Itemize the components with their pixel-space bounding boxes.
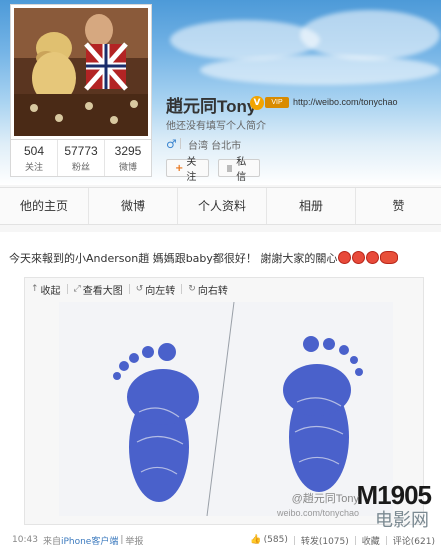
male-icon: ♂ (166, 137, 177, 151)
rotate-left-button[interactable]: ↺ 向左转 (136, 282, 176, 297)
profile-location: 台湾 台北市 (188, 141, 242, 152)
stat-label: 粉丝 (71, 163, 90, 173)
tool-label: 收起 (40, 285, 61, 297)
tab-profile-info[interactable]: 个人资料 (178, 188, 267, 224)
vip-badge-icon[interactable]: VIP (265, 97, 289, 108)
footprint-image (59, 302, 393, 516)
tool-label: 向右转 (197, 285, 228, 297)
stat-value: 57773 (64, 144, 98, 158)
avatar[interactable] (10, 4, 152, 140)
post-actions: 👍 (585) 转发(1075) 收藏 评论(621) (250, 530, 435, 550)
tab-weibo[interactable]: 微博 (89, 188, 178, 224)
watermark-subtitle: 电影网 (375, 510, 429, 530)
post-source-link[interactable]: iPhone客户端 (61, 534, 118, 547)
post-time[interactable]: 10:43 (12, 535, 38, 545)
zoom-icon: ⤢ (73, 284, 81, 294)
stat-label: 关注 (24, 163, 43, 173)
profile-nav: 他的主页 微博 个人资料 相册 赞 (0, 187, 441, 225)
thumbs-up-icon[interactable]: 👍 (250, 535, 261, 545)
collapse-button[interactable]: ↑ 收起 (31, 282, 61, 297)
emoji-icon (352, 251, 366, 264)
like-count[interactable]: (585) (264, 535, 288, 545)
stat-posts[interactable]: 3295 微博 (105, 140, 151, 176)
plus-icon: + (175, 162, 184, 174)
comment-link[interactable]: 评论(621) (393, 534, 435, 547)
divider (354, 535, 356, 545)
post-footer: 10:43 来自 iPhone客户端 | 举报 👍 (585) 转发(1075)… (0, 530, 441, 550)
tool-label: 查看大图 (82, 285, 123, 297)
rotate-right-icon: ↻ (188, 284, 196, 294)
message-label: 私信 (236, 157, 247, 183)
tab-album[interactable]: 相册 (267, 188, 356, 224)
profile-url-link[interactable]: http://weibo.com/tonychao (293, 97, 398, 107)
follow-button[interactable]: + 关注 (166, 157, 209, 183)
message-icon (227, 164, 233, 172)
profile-stats: 504 关注 57773 粉丝 3295 微博 (10, 140, 152, 177)
weibo-watermark-user: @趙元同Tony (291, 493, 359, 505)
repost-link[interactable]: 转发(1075) (301, 534, 349, 547)
emoji-icon (380, 251, 399, 264)
follow-label: 关注 (186, 157, 197, 183)
collapse-icon: ↑ (31, 284, 39, 294)
message-button[interactable]: 私信 (218, 157, 260, 183)
media-toolbar: ↑ 收起 ⤢ 查看大图 ↺ 向左转 ↻ 向右转 (25, 278, 423, 300)
favorite-link[interactable]: 收藏 (362, 534, 380, 547)
profile-name: 趙元同Tony (166, 97, 257, 116)
emoji-icon (338, 251, 352, 264)
stat-followers[interactable]: 57773 粉丝 (58, 140, 105, 176)
emoji-icon (366, 251, 380, 264)
divider (180, 138, 181, 149)
stat-label: 微博 (118, 163, 137, 173)
profile-card: 504 关注 57773 粉丝 3295 微博 趙元同Tony V VIP ht… (0, 0, 441, 185)
avatar-photo (14, 8, 148, 136)
stat-following[interactable]: 504 关注 (11, 140, 58, 176)
source-prefix: 来自 (42, 536, 61, 547)
profile-bio: 他还没有填写个人简介 (166, 121, 266, 132)
divider (128, 284, 130, 294)
divider (293, 535, 295, 545)
weibo-watermark-site: weibo.com/tonychao (276, 508, 359, 518)
site-watermark: M1905 电影网 @趙元同Tony weibo.com/tonychao (277, 480, 432, 530)
post-text-content: 今天來報到的小Anderson趙 媽媽跟baby都很好！ 謝謝大家的關心 (9, 252, 338, 265)
divider (181, 284, 183, 294)
stat-value: 504 (23, 144, 45, 158)
tab-home[interactable]: 他的主页 (0, 188, 89, 224)
post-text: 今天來報到的小Anderson趙 媽媽跟baby都很好！ 謝謝大家的關心 (9, 250, 399, 266)
rotate-left-icon: ↺ (135, 284, 144, 294)
rotate-right-button[interactable]: ↻ 向右转 (188, 282, 228, 297)
verified-icon[interactable]: V (250, 96, 264, 110)
weibo-post: 今天來報到的小Anderson趙 媽媽跟baby都很好！ 謝謝大家的關心 ↑ 收起… (0, 232, 441, 550)
divider (385, 535, 387, 545)
divider (66, 284, 68, 294)
tab-likes[interactable]: 赞 (356, 188, 441, 224)
divider: | (120, 535, 124, 545)
stat-value: 3295 (114, 144, 142, 158)
avatar-illustration (14, 8, 148, 136)
report-link[interactable]: 举报 (125, 534, 143, 547)
view-large-button[interactable]: ⤢ 查看大图 (74, 282, 123, 297)
tool-label: 向左转 (145, 285, 176, 297)
post-photo[interactable] (59, 302, 393, 516)
